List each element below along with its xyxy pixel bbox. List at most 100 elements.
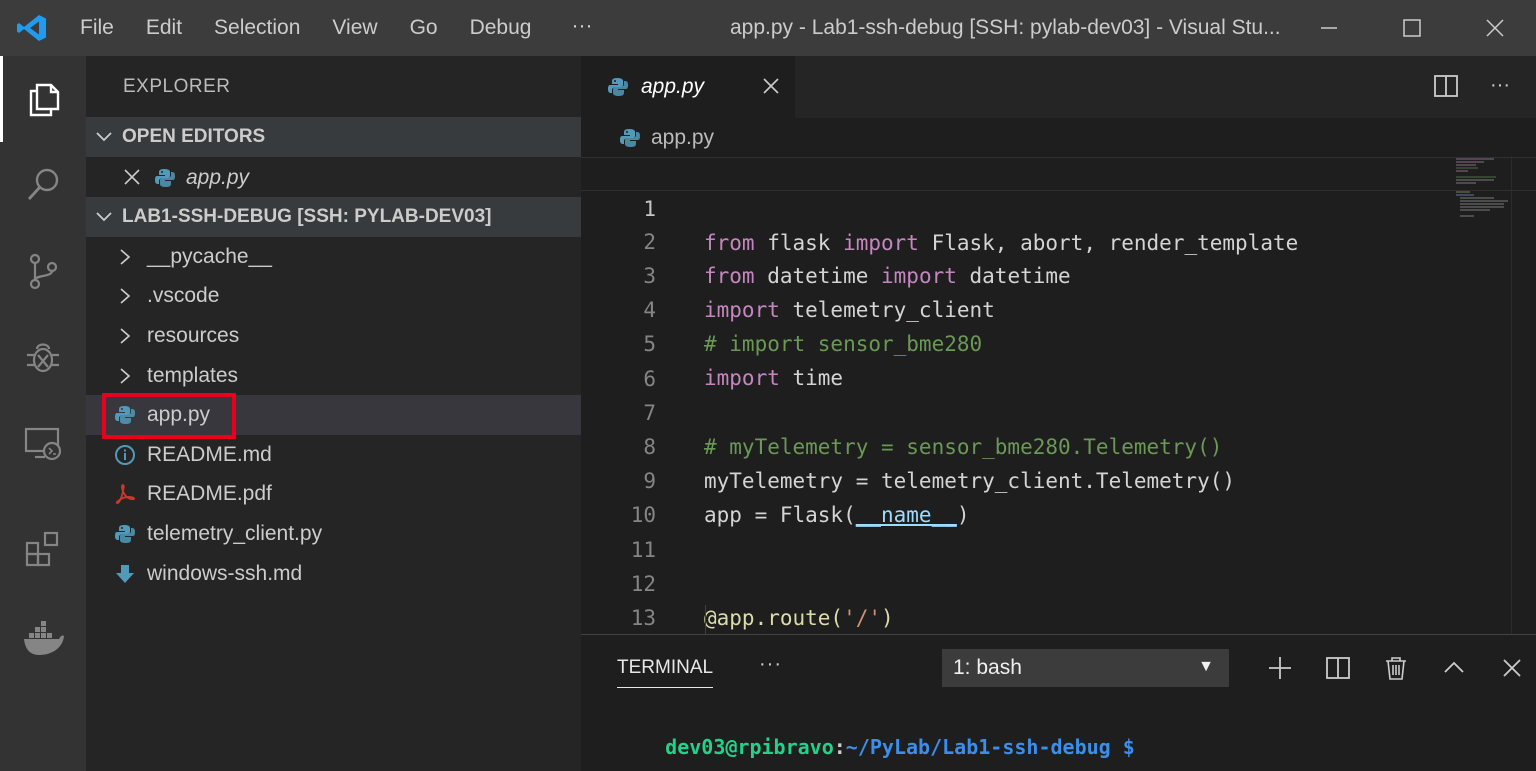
docker-button[interactable]: [0, 596, 86, 682]
menu-edit[interactable]: Edit: [130, 0, 198, 56]
chevron-up-icon: [1444, 661, 1464, 673]
split-terminal-button[interactable]: [1309, 649, 1367, 687]
extensions-icon: [25, 531, 59, 567]
menu-go[interactable]: Go: [394, 0, 454, 56]
tab-terminal[interactable]: TERMINAL: [617, 657, 714, 688]
folder-label: resources: [147, 324, 240, 347]
highlight-annotation-box: [102, 393, 236, 439]
code-line: 13 def show_telemetry():: [581, 567, 1536, 664]
python-file-icon: [619, 127, 641, 149]
indent-guide: [705, 605, 706, 635]
folder-label: .vscode: [147, 284, 220, 307]
window-controls: [1287, 0, 1536, 56]
close-tab-icon[interactable]: [762, 77, 780, 100]
trash-icon: [1386, 657, 1406, 680]
file-item-readme-pdf[interactable]: README.pdf: [86, 474, 581, 514]
chevron-down-icon: [86, 208, 122, 226]
minimap[interactable]: [1454, 156, 1514, 236]
split-editor-icon[interactable]: [1434, 74, 1458, 103]
close-icon: [1485, 19, 1504, 37]
minimize-icon: [1320, 27, 1337, 29]
terminal-prompt[interactable]: dev03@rpibravo:~/PyLab/Lab1-ssh-debug $: [617, 711, 1135, 771]
more-actions-icon[interactable]: ···: [1490, 74, 1510, 97]
tab-app-py[interactable]: app.py: [581, 56, 795, 118]
menu-selection[interactable]: Selection: [198, 0, 316, 56]
open-editor-item[interactable]: app.py: [86, 158, 581, 198]
editor-scrollbar[interactable]: [1511, 156, 1536, 634]
search-icon: [27, 168, 59, 200]
minimize-button[interactable]: [1287, 0, 1370, 56]
docker-icon: [24, 621, 64, 655]
file-label: README.md: [147, 443, 272, 466]
menu-more-button[interactable]: ···: [547, 0, 616, 56]
python-file-icon: [114, 523, 136, 545]
kill-terminal-button[interactable]: [1367, 649, 1425, 687]
editor-area: app.py ··· app.py 1 from flask import Fl…: [581, 56, 1536, 664]
menu-view[interactable]: View: [316, 0, 393, 56]
workspace-header[interactable]: LAB1-SSH-DEBUG [SSH: PYLAB-DEV03]: [86, 197, 581, 237]
vscode-logo-icon: [0, 0, 64, 56]
panel-more-button[interactable]: ···: [759, 653, 782, 676]
file-item-telemetry-client[interactable]: telemetry_client.py: [86, 514, 581, 554]
close-window-button[interactable]: [1453, 0, 1536, 56]
folder-item[interactable]: resources: [86, 316, 581, 356]
folder-item[interactable]: templates: [86, 356, 581, 396]
open-editor-label: app.py: [186, 166, 250, 189]
close-editor-icon[interactable]: [123, 168, 141, 192]
chevron-right-icon: [118, 326, 132, 352]
new-terminal-button[interactable]: [1251, 649, 1309, 687]
code-line: 14: [581, 601, 1536, 664]
plus-icon: [1269, 657, 1291, 679]
debug-button[interactable]: [0, 314, 86, 400]
code-line: 7 # myTelemetry = sensor_bme280.Telemetr…: [581, 362, 1536, 459]
menu-file[interactable]: File: [64, 0, 130, 56]
activity-bar: [0, 56, 86, 771]
breadcrumb[interactable]: app.py: [619, 126, 714, 150]
explorer-button[interactable]: [0, 56, 86, 142]
terminal-panel: TERMINAL ··· 1: bash ▼ dev03@rpibravo:~/…: [581, 634, 1536, 771]
close-icon: [1503, 659, 1521, 677]
folder-label: templates: [147, 364, 239, 387]
window-title: app.py - Lab1-ssh-debug [SSH: pylab-dev0…: [730, 16, 1281, 39]
pdf-icon: [114, 483, 136, 505]
download-arrow-icon: [114, 563, 136, 585]
search-button[interactable]: [0, 142, 86, 228]
extensions-button[interactable]: [0, 506, 86, 592]
folder-label: __pycache__: [147, 245, 272, 268]
remote-explorer-button[interactable]: [0, 400, 86, 486]
terminal-select[interactable]: 1: bash ▼: [942, 649, 1229, 687]
python-file-icon: [154, 167, 176, 195]
folder-item[interactable]: __pycache__: [86, 237, 581, 277]
source-control-icon: [29, 253, 58, 290]
files-icon: [29, 83, 59, 117]
remote-explorer-icon: [24, 427, 62, 461]
prompt-path: ~/PyLab/Lab1-ssh-debug $: [845, 735, 1135, 759]
prompt-user-host: dev03@rpibravo: [665, 735, 834, 759]
menu-debug[interactable]: Debug: [454, 0, 548, 56]
chevron-right-icon: [118, 247, 132, 273]
source-control-button[interactable]: [0, 228, 86, 314]
code-line: 2 from datetime import datetime: [581, 191, 1536, 288]
folder-item[interactable]: .vscode: [86, 276, 581, 316]
close-panel-button[interactable]: [1483, 649, 1536, 687]
tab-label: app.py: [641, 75, 705, 98]
code-line: 11: [581, 499, 1536, 562]
open-editors-header[interactable]: OPEN EDITORS: [86, 117, 581, 157]
python-file-icon: [607, 76, 629, 98]
code-line: 12 @app.route('/'): [581, 533, 1536, 630]
file-label: README.pdf: [147, 482, 272, 505]
chevron-right-icon: [118, 286, 132, 312]
file-item-readme-md[interactable]: README.md: [86, 435, 581, 475]
terminal-select-value: 1: bash: [953, 656, 1022, 679]
file-item-windows-ssh[interactable]: windows-ssh.md: [86, 554, 581, 594]
code-line: 10: [581, 464, 1536, 527]
title-bar: File Edit Selection View Go Debug ··· ap…: [0, 0, 1536, 56]
maximize-panel-button[interactable]: [1425, 649, 1483, 687]
sidebar-title: EXPLORER: [123, 76, 231, 97]
maximize-button[interactable]: [1370, 0, 1453, 56]
code-line: 4 # import sensor_bme280: [581, 259, 1536, 356]
tab-bar: app.py ···: [581, 56, 1536, 118]
prompt-colon: :: [833, 735, 846, 759]
split-terminal-icon: [1326, 657, 1350, 679]
file-label: telemetry_client.py: [147, 522, 323, 545]
